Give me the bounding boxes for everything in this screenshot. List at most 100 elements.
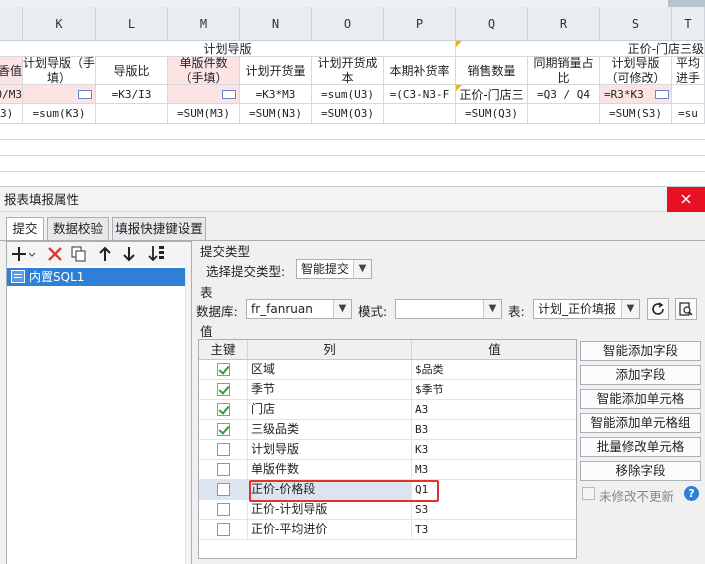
primary-key-checkbox[interactable] [217,443,230,456]
value-cell[interactable]: A3 [412,400,576,420]
smart-add-cell-button[interactable]: 智能添加单元格 [580,389,701,409]
column-cell[interactable]: 门店 [248,400,412,420]
cell-p4[interactable] [384,104,456,124]
no-update-if-unmodified-checkbox[interactable] [582,487,595,500]
primary-key-checkbox[interactable] [217,383,230,396]
cell-s2[interactable]: 计划导版（可修改） [600,57,672,85]
value-cell[interactable]: $品类 [412,360,576,380]
column-header-p[interactable]: P [384,7,456,41]
batch-modify-cells-button[interactable]: 批量修改单元格 [580,437,701,457]
cell-n2[interactable]: 计划开货量 [240,57,312,85]
column-cell[interactable]: 三级品类 [248,420,412,440]
primary-key-checkbox[interactable] [217,403,230,416]
add-field-button[interactable]: 添加字段 [580,365,701,385]
column-cell[interactable]: 计划导版 [248,440,412,460]
sort-button[interactable] [147,244,167,264]
cell-s3-widget[interactable] [655,90,669,99]
cell-a4[interactable]: 3) [0,104,23,124]
submit-type-select[interactable]: 智能提交 ▼ [296,259,372,279]
group-title-price[interactable]: 正价-门店三级 [456,41,705,57]
table-select[interactable]: 计划_正价填报 ▼ [533,299,640,319]
column-header-s[interactable]: S [600,7,672,41]
cell-r4[interactable] [528,104,600,124]
cell-s4[interactable]: =SUM(S3) [600,104,672,124]
cell-l3[interactable]: =K3/I3 [96,85,168,104]
value-cell[interactable]: S3 [412,500,576,520]
database-select[interactable]: fr_fanruan ▼ [246,299,352,319]
header-value[interactable]: 值 [412,340,576,360]
move-up-button[interactable] [95,244,115,264]
cell-t2[interactable]: 平均进手 [672,57,705,85]
cell-o2[interactable]: 计划开货成本 [312,57,384,85]
table-row[interactable]: 门店 A3 [199,400,576,420]
header-primary-key[interactable]: 主键 [199,340,248,360]
cell-l2[interactable]: 导版比 [96,57,168,85]
tab-submit[interactable]: 提交 [6,217,44,241]
cell-r3[interactable]: =Q3 / Q4 [528,85,600,104]
table-row[interactable]: 区域 $品类 [199,360,576,380]
remove-field-button[interactable]: 移除字段 [580,461,701,481]
column-cell[interactable]: 季节 [248,380,412,400]
cell-r2[interactable]: 同期销量占比 [528,57,600,85]
column-header-l[interactable]: L [96,7,168,41]
cell-l4[interactable] [96,104,168,124]
column-cell[interactable]: 单版件数 [248,460,412,480]
cell-t3[interactable] [672,85,705,104]
cell-m3-widget[interactable] [222,90,236,99]
column-header-n[interactable]: N [240,7,312,41]
cell-q2[interactable]: 销售数量 [456,57,528,85]
column-cell[interactable]: 正价-计划导版 [248,500,412,520]
primary-key-checkbox[interactable] [217,483,230,496]
value-cell[interactable]: T3 [412,520,576,540]
column-cell[interactable]: 区域 [248,360,412,380]
column-header-m[interactable]: M [168,7,240,41]
table-row[interactable]: 正价-计划导版 S3 [199,500,576,520]
move-down-button[interactable] [119,244,139,264]
header-column[interactable]: 列 [248,340,412,360]
column-header-q[interactable]: Q [456,7,528,41]
cell-t4[interactable]: =su [672,104,705,124]
column-header-o[interactable]: O [312,7,384,41]
preview-button[interactable] [675,298,697,320]
copy-button[interactable] [69,244,89,264]
table-row[interactable]: 三级品类 B3 [199,420,576,440]
list-item-builtin-sql[interactable]: 内置SQL1 [7,268,185,286]
primary-key-checkbox[interactable] [217,463,230,476]
cell-k3-widget[interactable] [78,90,92,99]
table-row[interactable]: 计划导版 K3 [199,440,576,460]
table-row[interactable]: 单版件数 M3 [199,460,576,480]
column-cell[interactable]: 正价-平均进价 [248,520,412,540]
delete-button[interactable] [45,244,65,264]
primary-key-checkbox[interactable] [217,503,230,516]
cell-a2[interactable]: 香值 [0,57,23,85]
smart-add-field-button[interactable]: 智能添加字段 [580,341,701,361]
cell-m4[interactable]: =SUM(M3) [168,104,240,124]
primary-key-checkbox[interactable] [217,523,230,536]
empty-row-5[interactable] [0,124,705,140]
smart-add-cell-group-button[interactable]: 智能添加单元格组 [580,413,701,433]
cell-m2[interactable]: 单版件数（手填） [168,57,240,85]
group-title-plan[interactable]: 计划导版 [0,41,456,57]
schema-select[interactable]: ▼ [395,299,502,319]
cell-k2[interactable]: 计划导版（手填） [23,57,96,85]
cell-p3[interactable]: =(C3-N3-F [384,85,456,104]
table-row[interactable]: 季节 $季节 [199,380,576,400]
cell-k4[interactable]: =sum(K3) [23,104,96,124]
empty-row-6[interactable] [0,140,705,156]
value-cell[interactable]: B3 [412,420,576,440]
tab-shortcut-settings[interactable]: 填报快捷键设置 [112,217,206,240]
cell-q4[interactable]: =SUM(Q3) [456,104,528,124]
primary-key-checkbox[interactable] [217,423,230,436]
value-cell[interactable]: K3 [412,440,576,460]
primary-key-checkbox[interactable] [217,363,230,376]
value-cell[interactable]: $季节 [412,380,576,400]
cell-n3[interactable]: =K3*M3 [240,85,312,104]
column-header-t[interactable]: T [672,7,705,41]
add-button[interactable] [11,244,37,264]
list-scrollbar[interactable] [185,266,191,564]
cell-a3[interactable]: 0/M3 [0,85,23,104]
cell-o3[interactable]: =sum(U3) [312,85,384,104]
empty-row-7[interactable] [0,156,705,172]
column-header-blank[interactable] [0,7,23,41]
refresh-button[interactable] [647,298,669,320]
